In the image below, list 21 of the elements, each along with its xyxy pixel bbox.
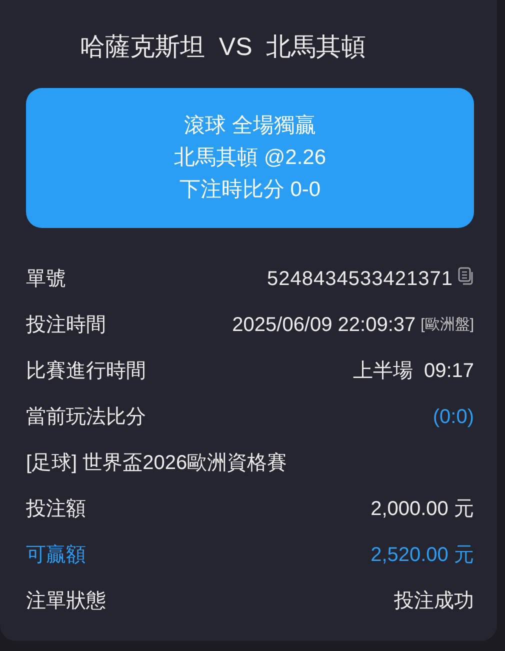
field-value: (0:0) (432, 405, 474, 430)
field-label: 注單狀態 (26, 589, 106, 614)
field-label: 投注時間 (26, 313, 106, 338)
copy-icon[interactable] (458, 267, 474, 285)
field-label: 單號 (26, 267, 66, 292)
bet-detail-line: 滾球 全場獨贏 (184, 113, 316, 139)
match-title: 哈薩克斯坦 VS 北馬其頓 (79, 32, 368, 63)
field-label: 投注額 (26, 497, 86, 522)
field-value: 上半場 09:17 (352, 359, 474, 384)
field-value: 2,000.00 元 (370, 497, 474, 522)
field-value: 5248434533421371 (267, 267, 453, 292)
bet-detail-line: 北馬其頓 @2.26 (174, 145, 326, 171)
field-value: 2025/06/09 22:09:37 (232, 313, 416, 338)
field-value: 2,520.00 元 (370, 543, 474, 568)
market-tag: [歐洲盤] (420, 314, 474, 336)
league-name: [足球] 世界盃2026歐洲資格賽 (26, 451, 288, 476)
field-label: 比賽進行時間 (26, 359, 146, 384)
bet-detail-line: 下注時比分 0-0 (179, 177, 321, 203)
field-value: 投注成功 (394, 589, 474, 614)
field-label: 當前玩法比分 (26, 405, 146, 430)
field-label: 可贏額 (26, 543, 86, 568)
